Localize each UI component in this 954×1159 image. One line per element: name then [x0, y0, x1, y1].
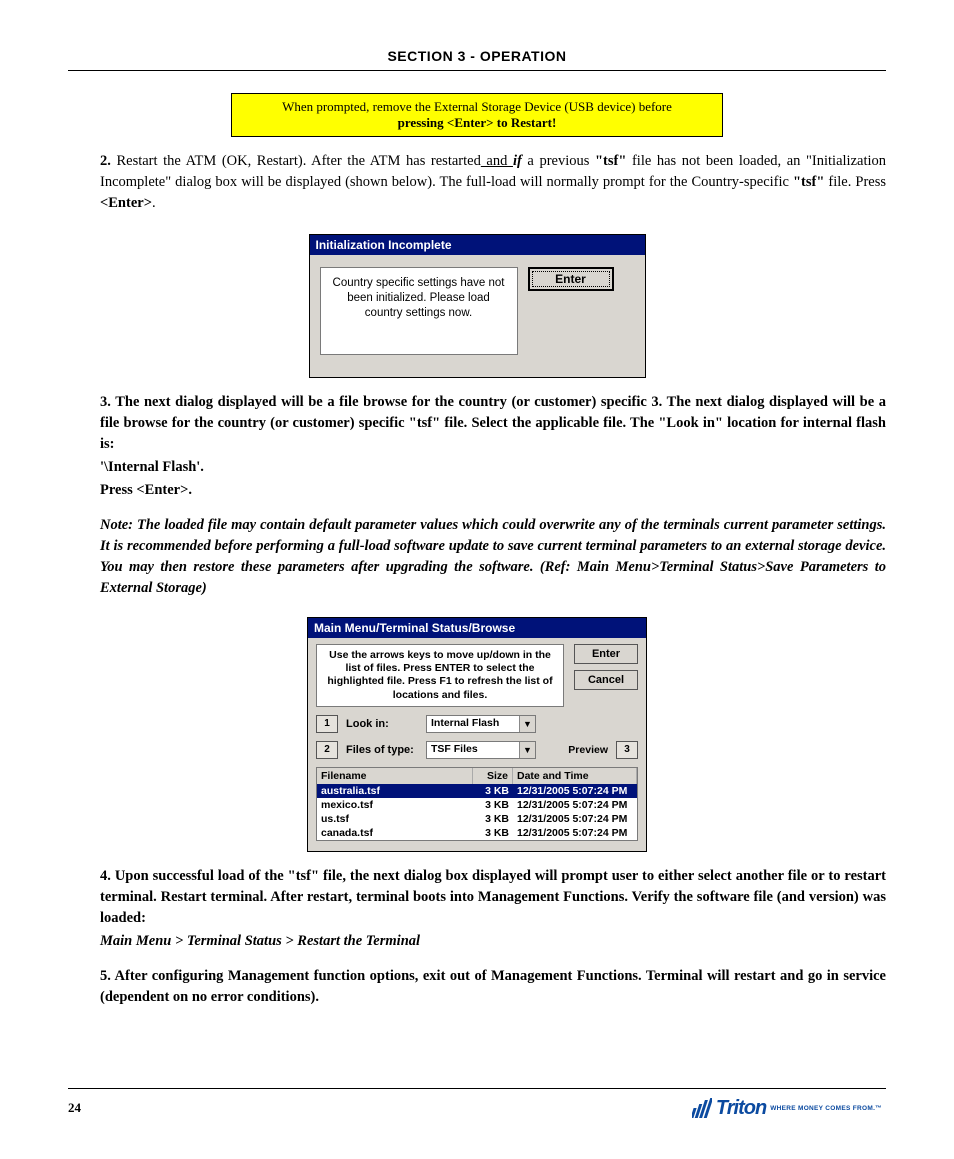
lookin-combo-value: Internal Flash [427, 716, 519, 732]
step-4-path: Main Menu > Terminal Status > Restart th… [68, 931, 886, 952]
step-3-enter: Press <Enter>. [68, 480, 886, 501]
init-incomplete-dialog: Initialization Incomplete Country specif… [309, 234, 646, 378]
warning-callout: When prompted, remove the External Stora… [231, 93, 723, 137]
step-2-tsf1: "tsf" [595, 153, 626, 169]
step-2-number: 2. [100, 153, 111, 169]
step-3-path: '\Internal Flash'. [68, 457, 886, 478]
step-4-para: 4. Upon successful load of the "tsf" fil… [68, 866, 886, 929]
file-list[interactable]: Filename Size Date and Time australia.ts… [316, 767, 638, 841]
step-2-underline: and [481, 153, 513, 169]
file-size-cell: 3 KB [473, 826, 513, 840]
filetype-combo-value: TSF Files [427, 742, 519, 758]
dialog2-cancel-button[interactable]: Cancel [574, 670, 638, 690]
file-row[interactable]: us.tsf3 KB12/31/2005 5:07:24 PM [317, 812, 637, 826]
col-date[interactable]: Date and Time [513, 768, 637, 784]
step-3-para: 3. The next dialog displayed will be a f… [68, 392, 886, 455]
step-2-if: if [513, 153, 527, 169]
file-name-cell: us.tsf [317, 812, 473, 826]
step-5-para: 5. After configuring Management function… [68, 966, 886, 1008]
page-section-title: SECTION 3 - OPERATION [68, 48, 886, 64]
file-date-cell: 12/31/2005 5:07:24 PM [513, 812, 637, 826]
filetype-num-button[interactable]: 2 [316, 741, 338, 759]
chevron-down-icon[interactable]: ▼ [519, 742, 535, 758]
dialog2-enter-button[interactable]: Enter [574, 644, 638, 664]
file-size-cell: 3 KB [473, 798, 513, 812]
triton-logo: Triton WHERE MONEY COMES FROM.™ [692, 1097, 882, 1120]
preview-label: Preview [568, 744, 608, 756]
step-2-tsf2: "tsf" [793, 174, 824, 190]
filetype-label: Files of type: [346, 744, 418, 756]
file-name-cell: mexico.tsf [317, 798, 473, 812]
step-2-text-h: file. Press [824, 174, 886, 190]
filetype-combo[interactable]: TSF Files ▼ [426, 741, 536, 759]
step-3-lookin: "Look in" [658, 415, 723, 431]
file-list-header: Filename Size Date and Time [317, 768, 637, 784]
lookin-num-button[interactable]: 1 [316, 715, 338, 733]
col-size[interactable]: Size [473, 768, 513, 784]
step-3-note: Note: The loaded file may contain defaul… [68, 515, 886, 599]
file-name-cell: australia.tsf [317, 784, 473, 798]
step-2-text-a: Restart the ATM (OK, Restart). After the… [111, 153, 481, 169]
s5: 5. After configuring Management function… [100, 968, 886, 1005]
step-3-text-a: 3. The next dialog displayed will be a f… [100, 394, 651, 410]
col-filename[interactable]: Filename [317, 768, 473, 784]
file-row[interactable]: mexico.tsf3 KB12/31/2005 5:07:24 PM [317, 798, 637, 812]
s4: 4. Upon successful load of the "tsf" fil… [100, 868, 886, 926]
note-text: The loaded file may contain default para… [100, 517, 886, 596]
dialog1-enter-button[interactable]: Enter [528, 267, 614, 291]
dialog1-message-text: Country specific settings have not been … [329, 276, 509, 321]
step-3-press: Press [100, 482, 136, 498]
logo-stripes-icon [692, 1098, 712, 1118]
file-date-cell: 12/31/2005 5:07:24 PM [513, 798, 637, 812]
warning-line-1: When prompted, remove the External Stora… [282, 99, 672, 114]
file-size-cell: 3 KB [473, 812, 513, 826]
dialog2-titlebar: Main Menu/Terminal Status/Browse [308, 618, 646, 638]
step-2-period: . [152, 195, 156, 211]
step-2-enter: <Enter> [100, 195, 152, 211]
chevron-down-icon[interactable]: ▼ [519, 716, 535, 732]
footer-rule [68, 1088, 886, 1089]
step-3-tsf: "tsf" [409, 415, 440, 431]
browse-dialog: Main Menu/Terminal Status/Browse Use the… [307, 617, 647, 852]
step-2-text-d: a previous [527, 153, 595, 169]
step-3-enter-key: <Enter> [136, 482, 188, 498]
dialog1-titlebar: Initialization Incomplete [310, 235, 645, 255]
page-number: 24 [68, 1100, 81, 1116]
preview-num-button[interactable]: 3 [616, 741, 638, 759]
lookin-combo[interactable]: Internal Flash ▼ [426, 715, 536, 733]
warning-line-2: pressing <Enter> to Restart! [398, 115, 557, 130]
file-row[interactable]: australia.tsf3 KB12/31/2005 5:07:24 PM [317, 784, 637, 798]
logo-tagline: WHERE MONEY COMES FROM.™ [770, 1105, 882, 1112]
step-4-tsf: "tsf" [288, 868, 319, 884]
dialog1-message: Country specific settings have not been … [320, 267, 518, 355]
step-4-path-text: Main Menu > Terminal Status > Restart th… [100, 933, 420, 949]
file-date-cell: 12/31/2005 5:07:24 PM [513, 826, 637, 840]
step-2-para: 2. Restart the ATM (OK, Restart). After … [68, 151, 886, 214]
logo-brand-text: Triton [716, 1097, 766, 1120]
header-rule [68, 70, 886, 71]
file-row[interactable]: canada.tsf3 KB12/31/2005 5:07:24 PM [317, 826, 637, 840]
step-3-path-text: '\Internal Flash'. [100, 459, 204, 475]
note-label: Note: [100, 517, 133, 533]
step-3-period: . [188, 482, 192, 498]
file-name-cell: canada.tsf [317, 826, 473, 840]
lookin-label: Look in: [346, 718, 418, 730]
file-date-cell: 12/31/2005 5:07:24 PM [513, 784, 637, 798]
file-size-cell: 3 KB [473, 784, 513, 798]
dialog2-instructions: Use the arrows keys to move up/down in t… [316, 644, 564, 707]
